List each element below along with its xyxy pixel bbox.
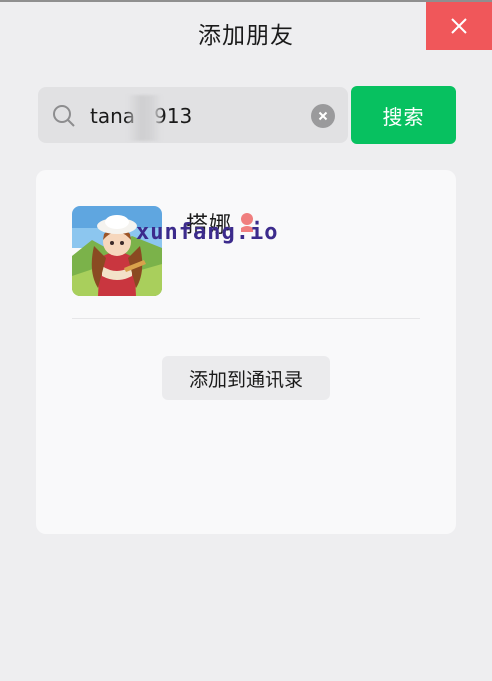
clear-icon xyxy=(318,111,328,121)
add-to-contacts-button[interactable]: 添加到通讯录 xyxy=(162,356,330,400)
divider xyxy=(72,318,420,319)
search-button[interactable]: 搜索 xyxy=(351,86,456,144)
close-button[interactable] xyxy=(426,2,492,50)
result-card: 搭娜 xunfang.io 添加到通讯录 xyxy=(36,170,456,534)
window-title: 添加朋友 xyxy=(198,23,294,49)
redaction-blur xyxy=(127,95,162,141)
watermark-text: xunfang.io xyxy=(136,220,279,245)
window-top-border xyxy=(0,0,492,2)
close-icon xyxy=(451,18,467,34)
search-input[interactable] xyxy=(88,99,302,133)
clear-search-button[interactable] xyxy=(311,104,335,128)
search-box[interactable] xyxy=(38,87,348,143)
search-icon xyxy=(53,105,75,127)
